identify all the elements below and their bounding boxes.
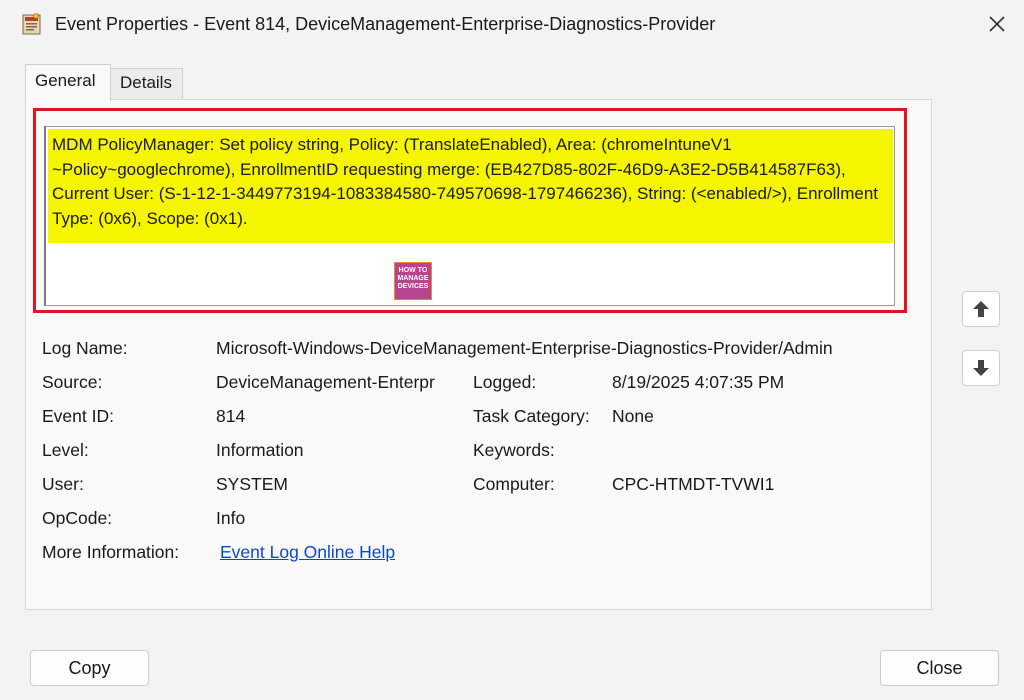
close-button[interactable]: Close — [880, 650, 999, 686]
source-value: DeviceManagement-Enterpr — [216, 372, 435, 392]
watermark-line-1: HOW TO — [398, 267, 428, 274]
source-label: Source: — [42, 372, 103, 392]
computer-label: Computer: — [473, 474, 555, 494]
log-name-value: Microsoft-Windows-DeviceManagement-Enter… — [216, 338, 833, 358]
level-value: Information — [216, 440, 304, 460]
opcode-value: Info — [216, 508, 246, 528]
event-log-online-help-link[interactable]: Event Log Online Help — [220, 542, 395, 563]
task-category-value: None — [612, 406, 654, 426]
event-viewer-icon — [22, 13, 41, 35]
event-id-label: Event ID: — [42, 406, 114, 426]
tab-details[interactable]: Details — [111, 68, 183, 100]
level-label: Level: — [42, 440, 89, 460]
more-information-label: More Information: — [42, 542, 180, 562]
event-message-text: MDM PolicyManager: Set policy string, Po… — [48, 129, 893, 243]
opcode-label: OpCode: — [42, 508, 113, 528]
user-value: SYSTEM — [216, 474, 288, 494]
copy-button[interactable]: Copy — [30, 650, 149, 686]
next-event-button[interactable] — [962, 350, 1000, 386]
arrow-up-icon — [973, 301, 989, 317]
logged-label: Logged: — [473, 372, 537, 392]
task-category-label: Task Category: — [473, 406, 590, 426]
event-id-value: 814 — [216, 406, 246, 426]
logged-value: 8/19/2025 4:07:35 PM — [612, 372, 785, 392]
watermark-line-3: DEVICES — [397, 283, 429, 290]
previous-event-button[interactable] — [962, 291, 1000, 327]
keywords-label: Keywords: — [473, 440, 555, 460]
window-title: Event Properties - Event 814, DeviceMana… — [55, 14, 716, 34]
log-name-label: Log Name: — [42, 338, 128, 358]
close-icon[interactable] — [986, 13, 1008, 35]
site-logo-watermark: HOW TO MANAGE DEVICES — [394, 262, 432, 300]
watermark-line-2: MANAGE — [397, 275, 429, 282]
arrow-down-icon — [973, 360, 989, 376]
user-label: User: — [42, 474, 84, 494]
event-message-box[interactable]: MDM PolicyManager: Set policy string, Po… — [44, 126, 895, 306]
computer-value: CPC-HTMDT-TVWI1 — [612, 474, 775, 494]
tab-general[interactable]: General — [25, 64, 111, 101]
title-bar: Event Properties - Event 814, DeviceMana… — [0, 0, 1024, 50]
